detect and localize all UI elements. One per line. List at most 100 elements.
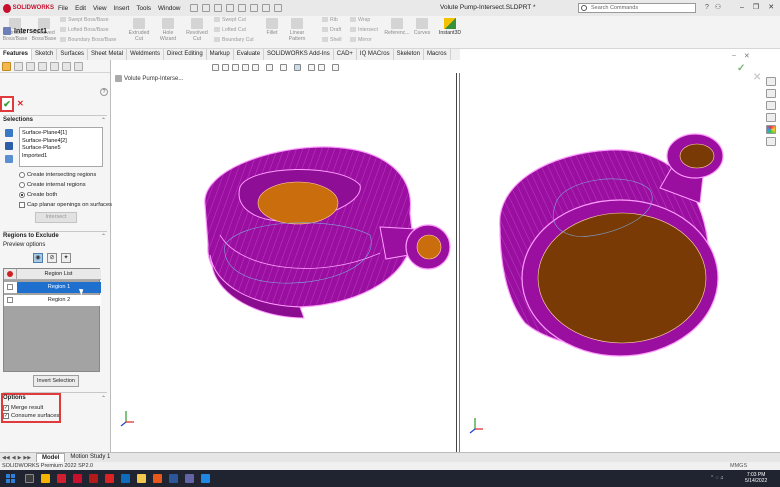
list-item[interactable]: Surface-Plane5 [22, 145, 100, 153]
section-view-icon[interactable] [242, 64, 249, 71]
menu-tools[interactable]: Tools [136, 5, 151, 12]
extruded-cut-button[interactable]: Extruded Cut [126, 18, 152, 42]
open-icon[interactable] [202, 4, 211, 12]
instant3d-button[interactable]: Instant3D [436, 18, 464, 36]
hole-wizard-button[interactable]: Hole Wizard [154, 18, 182, 42]
search-input[interactable]: Search Commands [578, 3, 696, 13]
lofted-boss-button[interactable]: Lofted Boss/Base [60, 26, 109, 35]
list-item[interactable]: Surface-Plane4[2] [22, 138, 100, 146]
zoom-to-fit-icon[interactable] [212, 64, 219, 71]
menu-view[interactable]: View [93, 5, 107, 12]
solidworks-logo[interactable]: SOLIDWORKS [0, 3, 54, 13]
checkbox-cap[interactable] [19, 202, 25, 208]
radio-both[interactable] [19, 192, 25, 198]
system-tray-icons[interactable]: ⌃ ◌ ♫ [710, 475, 724, 481]
exclude-checkbox[interactable] [7, 284, 13, 290]
edge-icon[interactable] [201, 474, 210, 483]
checkbox-merge-result[interactable]: ✓ [3, 405, 9, 411]
consume-surfaces-option[interactable]: ✓ Consume surfaces [3, 413, 59, 419]
chevron-up-icon[interactable]: ⌃ [101, 117, 106, 124]
mirror-button[interactable]: Mirror [350, 36, 372, 45]
tab-macros[interactable]: Macros [424, 49, 451, 60]
checkbox-consume-surfaces[interactable]: ✓ [3, 413, 9, 419]
chevron-up-icon[interactable]: ⌃ [101, 233, 106, 240]
windows-start-icon[interactable] [6, 474, 15, 483]
outlook-icon[interactable] [121, 474, 130, 483]
reference-geometry-button[interactable]: Referenc... [384, 18, 410, 36]
confirmation-cancel-icon[interactable]: ✕ [753, 72, 761, 83]
visualize-icon[interactable] [105, 474, 114, 483]
regions-header[interactable]: Regions to Exclude [3, 233, 59, 239]
shell-button[interactable]: Shell [322, 36, 342, 45]
user-icon[interactable]: ⚇ [715, 3, 721, 12]
merge-result-option[interactable]: ✓ Merge result [3, 405, 43, 411]
tab-direct-editing[interactable]: Direct Editing [164, 49, 207, 60]
menu-insert[interactable]: Insert [114, 5, 130, 12]
menu-file[interactable]: File [58, 5, 68, 12]
help-icon[interactable]: ? [100, 88, 108, 96]
last-tab-icon[interactable]: ▶▶ [23, 455, 31, 461]
previous-view-icon[interactable] [232, 64, 239, 71]
tab-skeleton[interactable]: Skeleton [394, 49, 424, 60]
save-icon[interactable] [214, 4, 223, 12]
pdm-icon[interactable] [73, 474, 82, 483]
boundary-boss-button[interactable]: Boundary Boss/Base [60, 36, 116, 45]
create-intersecting-option[interactable]: Create intersecting regions [19, 172, 96, 178]
appearances-icon[interactable] [766, 125, 776, 134]
intersect-button[interactable]: Intersect [35, 212, 77, 223]
tab-cadplus[interactable]: CAD+ [334, 49, 357, 60]
cancel-button[interactable]: ✕ [17, 99, 24, 108]
resources-icon[interactable] [766, 89, 776, 98]
tab-features[interactable]: Features [0, 49, 33, 60]
list-item[interactable]: Surface-Plane4[1] [22, 130, 100, 138]
curves-button[interactable]: Curves [412, 18, 432, 36]
preview-included-icon[interactable]: ◉ [33, 253, 43, 263]
display-style-icon[interactable] [280, 64, 287, 71]
file-explorer-icon[interactable] [766, 113, 776, 122]
draft-button[interactable]: Draft [322, 26, 341, 35]
help-menu-icon[interactable]: ? [705, 3, 709, 12]
exclude-checkbox[interactable] [7, 297, 13, 303]
invert-selection-button[interactable]: Invert Selection [33, 375, 79, 387]
chevron-up-icon[interactable]: ⌃ [101, 395, 106, 402]
restore-icon[interactable]: ❐ [753, 3, 759, 12]
edit-appearance-icon[interactable] [308, 64, 315, 71]
tab-markup[interactable]: Markup [207, 49, 234, 60]
file-explorer-app-icon[interactable] [137, 474, 146, 483]
pump-model-left[interactable] [180, 135, 470, 350]
swept-cut-button[interactable]: Swept Cut [214, 16, 246, 25]
preview-excluded-icon[interactable]: ⊘ [47, 253, 57, 263]
design-library-icon[interactable] [766, 101, 776, 110]
preview-all-icon[interactable]: ✦ [61, 253, 71, 263]
apply-scene-icon[interactable] [318, 64, 325, 71]
teams-icon[interactable] [185, 474, 194, 483]
selections-header[interactable]: Selections [3, 117, 33, 123]
viewport-minimize-icon[interactable]: – [732, 52, 736, 60]
pump-model-right[interactable] [490, 128, 750, 358]
fillet-button[interactable]: Fillet [264, 18, 280, 36]
unit-system[interactable]: MMGS [730, 462, 747, 470]
select-icon[interactable] [250, 4, 259, 12]
composer-icon[interactable] [89, 474, 98, 483]
tab-addins[interactable]: SOLIDWORKS Add-Ins [264, 49, 334, 60]
options-icon[interactable] [274, 4, 283, 12]
close-icon[interactable]: ✕ [768, 3, 774, 12]
rib-button[interactable]: Rib [322, 16, 338, 25]
chrome-icon[interactable] [41, 474, 50, 483]
tab-motion-study[interactable]: Motion Study 1 [65, 453, 115, 462]
radio-internal[interactable] [19, 182, 25, 188]
ok-button[interactable]: ✔ [0, 96, 14, 112]
zoom-area-icon[interactable] [222, 64, 229, 71]
lofted-cut-button[interactable]: Lofted Cut [214, 26, 246, 35]
taskbar-clock[interactable]: 7:03 PM 5/14/2022 [745, 472, 767, 484]
list-item[interactable]: Imported1 [22, 153, 100, 161]
cap-planar-option[interactable]: Cap planar openings on surfaces [19, 202, 112, 208]
view-settings-icon[interactable] [332, 64, 339, 71]
first-tab-icon[interactable]: ◀◀ [2, 455, 10, 461]
undo-icon[interactable] [238, 4, 247, 12]
table-row[interactable]: Region 2 [4, 295, 101, 306]
print-icon[interactable] [226, 4, 235, 12]
linear-pattern-button[interactable]: Linear Pattern [282, 18, 312, 42]
menu-window[interactable]: Window [158, 5, 180, 12]
selections-list[interactable]: Surface-Plane4[1] Surface-Plane4[2] Surf… [19, 127, 103, 167]
